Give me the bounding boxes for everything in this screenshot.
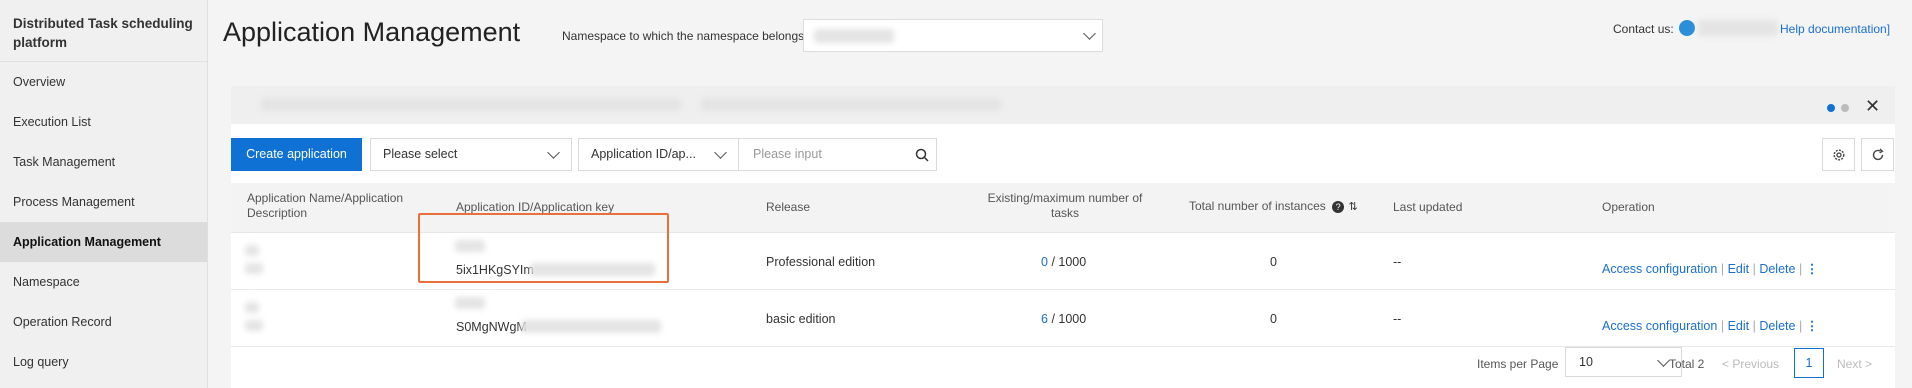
redacted-banner-text bbox=[261, 98, 681, 111]
access-configuration-link[interactable]: Access configuration bbox=[1602, 319, 1717, 333]
chevron-down-icon bbox=[714, 146, 727, 159]
contact-avatar-icon[interactable] bbox=[1679, 20, 1695, 36]
redacted-app-key bbox=[521, 320, 661, 333]
chevron-down-icon bbox=[547, 146, 560, 159]
action-separator: | bbox=[1798, 319, 1806, 333]
search-icon[interactable] bbox=[915, 148, 929, 162]
existing-tasks-link[interactable]: 6 bbox=[1041, 312, 1048, 326]
column-header-instances-label: Total number of instances bbox=[1189, 199, 1326, 213]
namespace-label: Namespace to which the namespace belongs… bbox=[562, 29, 808, 43]
sidebar-item-overview[interactable]: Overview bbox=[0, 62, 207, 102]
carousel-dot-active[interactable] bbox=[1827, 104, 1835, 112]
page-title: Application Management bbox=[223, 17, 521, 47]
namespace-select[interactable] bbox=[803, 19, 1103, 52]
chevron-down-icon bbox=[1657, 354, 1670, 367]
sidebar-item-application-management[interactable]: Application Management bbox=[0, 222, 207, 262]
previous-label: Previous bbox=[1732, 357, 1780, 371]
redacted-app-description bbox=[245, 263, 263, 274]
redacted-contact bbox=[1698, 20, 1778, 36]
settings-button[interactable] bbox=[1822, 138, 1855, 171]
row-actions: Access configuration | Edit | Delete | ⋮ bbox=[1602, 261, 1818, 276]
highlight-box bbox=[418, 213, 669, 283]
search-input-placeholder: Please input bbox=[753, 147, 822, 161]
row-actions: Access configuration | Edit | Delete | ⋮ bbox=[1602, 318, 1818, 333]
refresh-button[interactable] bbox=[1861, 138, 1894, 171]
chevron-down-icon bbox=[1083, 27, 1096, 40]
contact-label: Contact us: bbox=[1613, 22, 1674, 36]
redacted-app-id bbox=[455, 297, 485, 309]
max-tasks: / 1000 bbox=[1051, 312, 1087, 326]
edit-link[interactable]: Edit bbox=[1728, 262, 1750, 276]
filter-select[interactable]: Please select bbox=[370, 138, 572, 171]
action-separator: | bbox=[1798, 262, 1806, 276]
action-separator: | bbox=[1720, 262, 1728, 276]
chevron-left-icon: < bbox=[1722, 357, 1730, 371]
filter-select-value: Please select bbox=[383, 147, 458, 161]
notice-banner: ✕ bbox=[231, 86, 1895, 124]
delete-link[interactable]: Delete bbox=[1759, 319, 1795, 333]
chevron-right-icon: > bbox=[1865, 357, 1873, 371]
next-label: Next bbox=[1837, 357, 1862, 371]
sidebar-title: Distributed Task scheduling platform bbox=[0, 0, 207, 62]
sidebar-item-process-management[interactable]: Process Management bbox=[0, 182, 207, 222]
sort-icon[interactable]: ⇅ bbox=[1348, 201, 1357, 213]
task-count: 6 / 1000 bbox=[1041, 312, 1086, 326]
page-size-select[interactable]: 10 bbox=[1565, 347, 1682, 377]
redacted-app-description bbox=[245, 320, 263, 331]
carousel-dot[interactable] bbox=[1841, 104, 1849, 112]
existing-tasks-link[interactable]: 0 bbox=[1041, 255, 1048, 269]
instance-count: 0 bbox=[1270, 312, 1277, 326]
search-field-select-value: Application ID/ap... bbox=[591, 147, 696, 161]
delete-link[interactable]: Delete bbox=[1759, 262, 1795, 276]
help-documentation-link[interactable]: Help documentation] bbox=[1780, 22, 1890, 36]
sidebar: Distributed Task scheduling platform Ove… bbox=[0, 0, 208, 388]
sidebar-item-execution-list[interactable]: Execution List bbox=[0, 102, 207, 142]
sidebar-item-operation-record[interactable]: Operation Record bbox=[0, 302, 207, 342]
refresh-icon bbox=[1872, 148, 1884, 161]
main-card: ✕ Create application Please select Appli… bbox=[231, 86, 1895, 388]
edit-link[interactable]: Edit bbox=[1728, 319, 1750, 333]
release: Professional edition bbox=[766, 255, 876, 269]
sidebar-item-log-query[interactable]: Log query bbox=[0, 342, 207, 382]
gear-icon bbox=[1833, 149, 1845, 161]
sidebar-item-task-management[interactable]: Task Management bbox=[0, 142, 207, 182]
previous-page-button[interactable]: < Previous bbox=[1722, 357, 1779, 371]
task-count: 0 / 1000 bbox=[1041, 255, 1086, 269]
table-row: S0MgNWgM basic edition 6 / 1000 0 -- Acc… bbox=[231, 290, 1895, 347]
last-updated: -- bbox=[1393, 255, 1402, 269]
items-per-page-label: Items per Page bbox=[1477, 357, 1559, 371]
last-updated: -- bbox=[1393, 312, 1402, 326]
release: basic edition bbox=[766, 312, 836, 326]
search-input[interactable]: Please input bbox=[738, 138, 937, 171]
max-tasks: / 1000 bbox=[1051, 255, 1087, 269]
more-actions-icon[interactable]: ⋮ bbox=[1806, 262, 1819, 276]
close-icon[interactable]: ✕ bbox=[1865, 96, 1880, 117]
more-actions-icon[interactable]: ⋮ bbox=[1806, 319, 1819, 333]
help-icon[interactable]: ? bbox=[1332, 200, 1345, 213]
column-header-instances: Total number of instances ? ⇅ bbox=[1189, 199, 1358, 215]
app-key: S0MgNWgM bbox=[456, 320, 527, 334]
page-size-value: 10 bbox=[1579, 355, 1593, 369]
current-page-button[interactable]: 1 bbox=[1794, 348, 1824, 378]
column-header-release: Release bbox=[766, 200, 811, 214]
instance-count: 0 bbox=[1270, 255, 1277, 269]
column-header-last-updated: Last updated bbox=[1393, 200, 1463, 214]
access-configuration-link[interactable]: Access configuration bbox=[1602, 262, 1717, 276]
column-header-tasks: Existing/maximum number of tasks bbox=[987, 191, 1143, 220]
redacted-namespace bbox=[814, 29, 894, 43]
redacted-app-name bbox=[245, 302, 259, 313]
redacted-banner-text-2 bbox=[701, 98, 1001, 111]
total-count: Total 2 bbox=[1669, 357, 1705, 371]
column-header-operation: Operation bbox=[1602, 200, 1655, 214]
redacted-app-name bbox=[245, 245, 259, 256]
next-page-button[interactable]: Next > bbox=[1837, 357, 1872, 371]
search-field-select[interactable]: Application ID/ap... bbox=[578, 138, 739, 171]
sidebar-item-namespace[interactable]: Namespace bbox=[0, 262, 207, 302]
create-application-button[interactable]: Create application bbox=[231, 138, 362, 171]
action-separator: | bbox=[1720, 319, 1728, 333]
column-header-application-name: Application Name/Application Description bbox=[247, 191, 404, 220]
